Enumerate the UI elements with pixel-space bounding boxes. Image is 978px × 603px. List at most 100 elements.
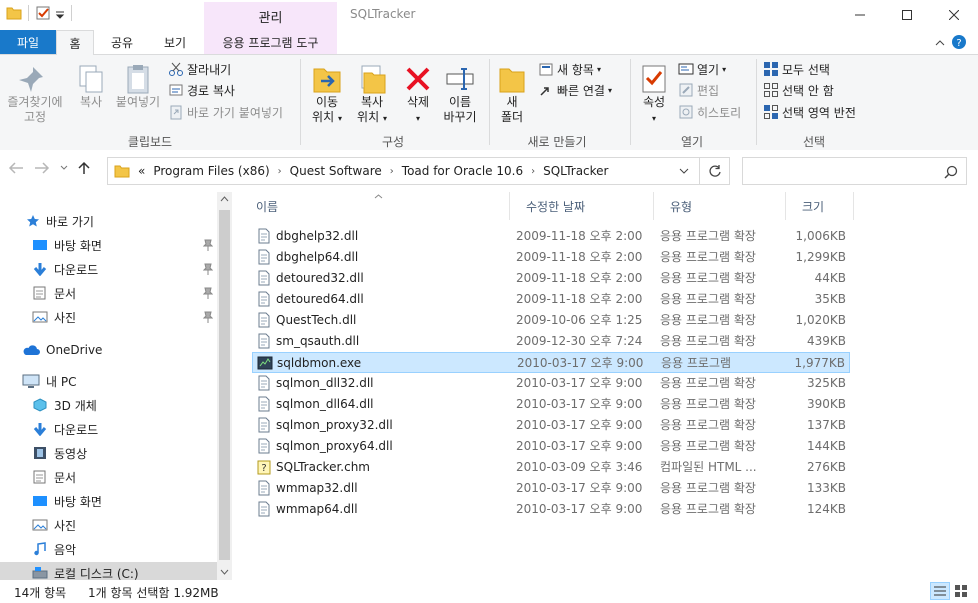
pin-icon[interactable] [203, 263, 213, 275]
film-icon [34, 447, 46, 459]
copy-button[interactable]: 복사 [72, 63, 110, 110]
properties-button[interactable]: 속성 ▾ [636, 63, 672, 126]
table-row[interactable]: dbghelp64.dll 2009-11-18 오후 2:00 응용 프로그램 확… [252, 247, 850, 268]
tab-view[interactable]: 보기 [150, 30, 200, 54]
close-button[interactable] [930, 0, 977, 30]
search-input[interactable] [742, 157, 967, 185]
rename-button[interactable]: 이름 바꾸기 [440, 63, 480, 125]
nav-this-pc[interactable]: 내 PC [22, 370, 76, 392]
nav-item-pictures[interactable]: 사진 [32, 306, 76, 328]
invert-selection-button[interactable]: 선택 영역 반전 [763, 102, 856, 122]
history-button[interactable]: 히스토리 [678, 102, 741, 122]
edit-button[interactable]: 편집 [678, 80, 719, 100]
open-button[interactable]: 열기 ▾ [678, 59, 726, 79]
pin-icon[interactable] [203, 287, 213, 299]
scroll-down-icon[interactable] [220, 569, 229, 575]
table-row[interactable]: sqlmon_proxy32.dll 2010-03-17 오후 9:00 응용 프… [252, 415, 850, 436]
nav-scrollbar-thumb[interactable] [219, 210, 230, 560]
address-bar[interactable]: « Program Files (x86) › Quest Software ›… [107, 157, 700, 185]
nav-item-3d-objects[interactable]: 3D 개체 [32, 394, 97, 416]
chevron-right-icon[interactable]: › [390, 166, 394, 177]
breadcrumb-program-files[interactable]: Program Files (x86) [153, 164, 269, 178]
breadcrumb-toad[interactable]: Toad for Oracle 10.6 [402, 164, 523, 178]
ribbon-tabs: 파일 홈 공유 보기 응용 프로그램 도구 [0, 30, 978, 55]
nav-item-downloads-pc[interactable]: 다운로드 [32, 418, 98, 440]
table-row[interactable]: dbghelp32.dll 2009-11-18 오후 2:00 응용 프로그램 확… [252, 226, 850, 247]
new-folder-button[interactable]: 새 폴더 [494, 63, 530, 125]
tab-file[interactable]: 파일 [0, 30, 56, 54]
paste-button[interactable]: 붙여넣기 [112, 63, 164, 110]
move-to-button[interactable]: 이동 위치 ▾ [305, 63, 349, 126]
help-icon[interactable]: ? [951, 34, 967, 50]
pin-icon [19, 67, 43, 92]
table-row[interactable]: detoured64.dll 2009-11-18 오후 2:00 응용 프로그램 … [252, 289, 850, 310]
tab-share[interactable]: 공유 [100, 30, 144, 54]
nav-item-documents-pc[interactable]: 문서 [32, 466, 76, 488]
tab-home[interactable]: 홈 [56, 30, 94, 55]
maximize-button[interactable] [883, 0, 930, 30]
nav-quick-access[interactable]: 바로 가기 [26, 210, 94, 232]
tab-application-tools[interactable]: 응용 프로그램 도구 [204, 30, 337, 54]
select-none-button[interactable]: 선택 안 함 [763, 80, 834, 100]
file-type: 응용 프로그램 확장 [660, 376, 756, 390]
nav-item-music[interactable]: 음악 [32, 538, 76, 560]
table-row[interactable]: sm_qsauth.dll 2009-12-30 오후 7:24 응용 프로그램 확… [252, 331, 850, 352]
large-icons-view-icon[interactable] [952, 582, 970, 600]
cut-button[interactable]: 잘라내기 [168, 59, 231, 79]
folder-icon[interactable] [6, 6, 22, 20]
table-row[interactable]: QuestTech.dll 2009-10-06 오후 1:25 응용 프로그램 확… [252, 310, 850, 331]
file-date: 2009-11-18 오후 2:00 [516, 229, 643, 243]
new-item-button[interactable]: 새 항목 ▾ [538, 59, 601, 79]
refresh-button[interactable] [700, 157, 730, 185]
clipboard-group-label: 클립보드 [127, 135, 173, 149]
pin-quick-access-button[interactable]: 즐겨찾기에 고정 [4, 63, 66, 125]
copy-to-button[interactable]: 복사 위치 ▾ [350, 63, 394, 126]
breadcrumb-sqltracker[interactable]: SQLTracker [543, 164, 608, 178]
table-row[interactable]: sqlmon_proxy64.dll 2010-03-17 오후 9:00 응용 프… [252, 436, 850, 457]
delete-x-icon [406, 67, 430, 91]
nav-item-pictures-pc[interactable]: 사진 [32, 514, 76, 536]
nav-onedrive[interactable]: OneDrive [22, 339, 102, 361]
table-row[interactable]: sqldbmon.exe 2010-03-17 오후 9:00 응용 프로그램 1,9… [252, 352, 850, 373]
up-arrow-icon[interactable] [78, 161, 90, 175]
file-type: 응용 프로그램 확장 [660, 250, 756, 264]
nav-item-downloads[interactable]: 다운로드 [32, 258, 98, 280]
customize-toolbar-icon[interactable] [55, 6, 65, 20]
new-item-icon [539, 63, 553, 76]
table-row[interactable]: ? SQLTracker.chm 2010-03-09 오후 3:46 컴파일된 HT… [252, 457, 850, 478]
scroll-up-icon[interactable] [220, 196, 229, 202]
forward-arrow-icon[interactable] [34, 162, 50, 174]
collapse-ribbon-icon[interactable] [935, 38, 945, 46]
select-all-button[interactable]: 모두 선택 [763, 59, 830, 79]
table-row[interactable]: wmmap32.dll 2010-03-17 오후 9:00 응용 프로그램 확장 1… [252, 478, 850, 499]
properties-quick-icon[interactable] [35, 5, 51, 21]
copy-path-button[interactable]: 경로 복사 [168, 80, 235, 100]
easy-access-button[interactable]: 빠른 연결 ▾ [538, 80, 612, 100]
table-row[interactable]: sqlmon_dll64.dll 2010-03-17 오후 9:00 응용 프로그… [252, 394, 850, 415]
table-row[interactable]: sqlmon_dll32.dll 2010-03-17 오후 9:00 응용 프로그… [252, 373, 850, 394]
back-arrow-icon[interactable] [8, 162, 24, 174]
address-history-dropdown[interactable] [679, 168, 689, 174]
recent-locations-icon[interactable] [60, 165, 68, 171]
nav-item-videos[interactable]: 동영상 [32, 442, 87, 464]
chevron-right-icon[interactable]: › [531, 166, 535, 177]
paste-shortcut-button[interactable]: 바로 가기 붙여넣기 [168, 102, 283, 122]
breadcrumb-quest-software[interactable]: Quest Software [290, 164, 382, 178]
breadcrumb-overflow[interactable]: « [138, 164, 145, 178]
details-view-icon[interactable] [930, 582, 950, 600]
chevron-right-icon[interactable]: › [278, 166, 282, 177]
column-header-size[interactable]: 크기 [786, 192, 854, 220]
table-row[interactable]: detoured32.dll 2009-11-18 오후 2:00 응용 프로그램 … [252, 268, 850, 289]
pin-icon[interactable] [203, 311, 213, 323]
nav-item-desktop-pc[interactable]: 바탕 화면 [32, 490, 102, 512]
file-name: QuestTech.dll [276, 313, 357, 327]
ribbon-home: 즐겨찾기에 고정 복사 붙여넣기 잘라내기 경로 복사 바로 가기 붙여넣기 클… [0, 55, 978, 151]
pin-icon[interactable] [203, 239, 213, 251]
nav-item-documents[interactable]: 문서 [32, 282, 76, 304]
nav-item-desktop[interactable]: 바탕 화면 [32, 234, 102, 256]
delete-button[interactable]: 삭제 ▾ [398, 63, 438, 126]
column-header-type[interactable]: 유형 [654, 192, 786, 220]
table-row[interactable]: wmmap64.dll 2010-03-17 오후 9:00 응용 프로그램 확장 1… [252, 499, 850, 520]
minimize-button[interactable] [836, 0, 883, 30]
column-header-date[interactable]: 수정한 날짜 [510, 192, 654, 220]
